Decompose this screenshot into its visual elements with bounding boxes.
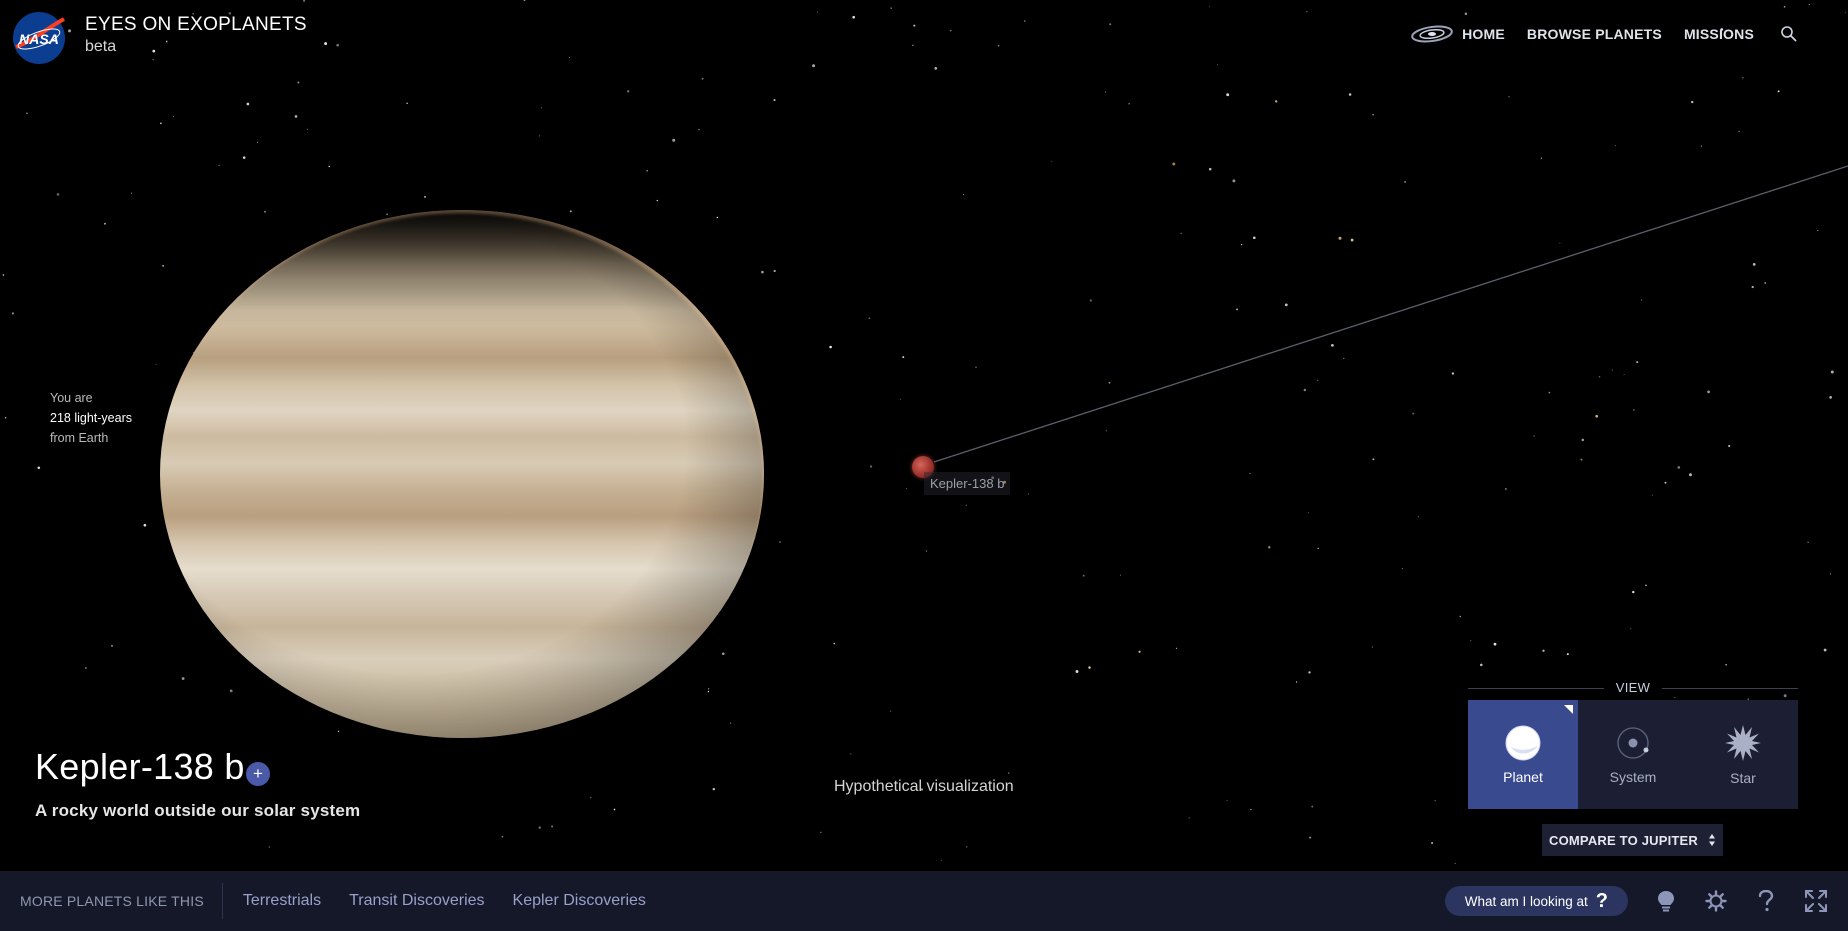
visualization-caption: Hypothetical visualization bbox=[834, 778, 1014, 795]
more-planets-label: MORE PLANETS LIKE THIS bbox=[20, 893, 204, 909]
view-system-button[interactable]: System bbox=[1578, 700, 1688, 809]
sort-arrows-icon bbox=[1709, 834, 1716, 846]
planet-marker-label[interactable]: Kepler-138 b bbox=[924, 472, 1011, 495]
system-icon bbox=[1617, 726, 1649, 759]
question-icon: ? bbox=[1595, 889, 1608, 912]
planet-icon bbox=[1505, 725, 1541, 760]
bottom-bar: MORE PLANETS LIKE THIS Terrestrials Tran… bbox=[0, 871, 1848, 931]
category-kepler-discoveries[interactable]: Kepler Discoveries bbox=[513, 892, 646, 910]
active-corner-indicator bbox=[1564, 705, 1573, 714]
lightbulb-icon[interactable] bbox=[1654, 889, 1678, 913]
planet-title: Kepler-138 b bbox=[35, 746, 245, 787]
view-planet-button[interactable]: Planet bbox=[1468, 700, 1578, 809]
what-label: What am I looking at bbox=[1464, 893, 1588, 909]
view-heading-label: VIEW bbox=[1615, 680, 1651, 695]
view-star-button[interactable]: Star bbox=[1688, 700, 1798, 809]
what-am-i-looking-at-button[interactable]: What am I looking at ? bbox=[1444, 886, 1628, 916]
view-system-label: System bbox=[1609, 768, 1657, 785]
add-button[interactable]: + bbox=[246, 762, 270, 786]
view-heading: VIEW bbox=[1468, 680, 1798, 696]
view-planet-label: Planet bbox=[1503, 768, 1543, 785]
compare-dropdown[interactable]: COMPARE TO JUPITER bbox=[1542, 824, 1723, 856]
category-transit-discoveries[interactable]: Transit Discoveries bbox=[349, 892, 484, 910]
planet-description: A rocky world outside our solar system bbox=[35, 801, 361, 820]
view-selector: Planet System Star bbox=[1468, 700, 1798, 809]
star-icon bbox=[1725, 724, 1761, 761]
help-icon[interactable] bbox=[1754, 889, 1778, 913]
settings-icon[interactable] bbox=[1704, 889, 1728, 913]
fullscreen-icon[interactable] bbox=[1804, 889, 1828, 913]
bottom-divider bbox=[221, 883, 223, 919]
view-star-label: Star bbox=[1730, 769, 1756, 786]
compare-label: COMPARE TO JUPITER bbox=[1548, 832, 1699, 848]
category-terrestrials[interactable]: Terrestrials bbox=[243, 892, 321, 910]
bottom-tools: What am I looking at ? bbox=[1444, 871, 1828, 931]
